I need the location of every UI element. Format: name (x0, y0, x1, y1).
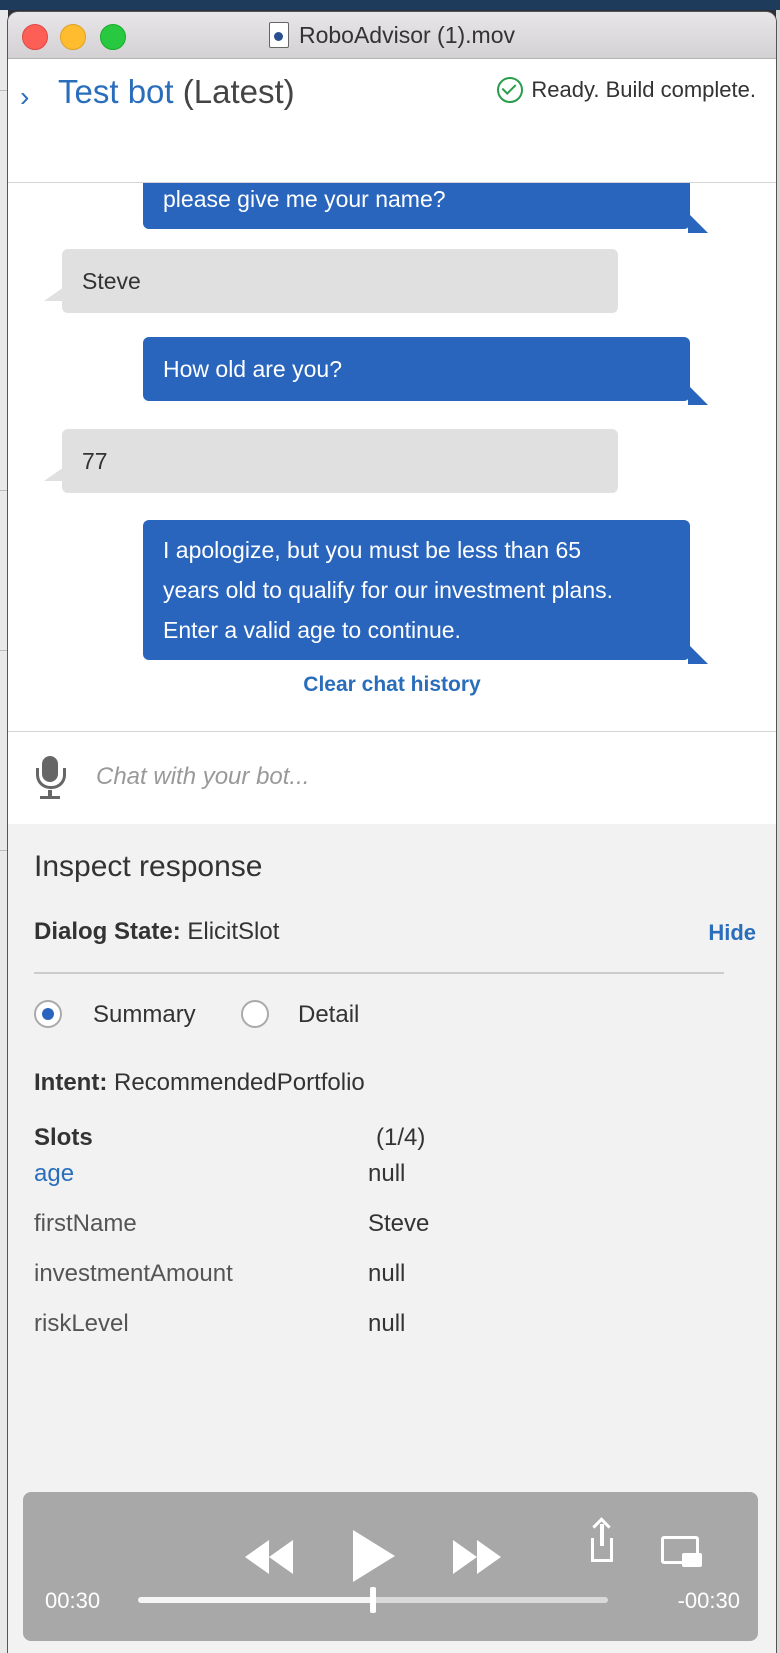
summary-radio-label[interactable]: Summary (93, 1001, 196, 1029)
window-title: RoboAdvisor (1).mov (298, 21, 516, 48)
remaining-time: -00:30 (677, 1588, 740, 1613)
build-status: Ready. Build complete. (497, 77, 756, 103)
fast-forward-icon[interactable] (453, 1540, 503, 1574)
test-bot-header: › Test bot (Latest) Ready. Build complet… (8, 59, 776, 183)
slot-name-age[interactable]: age (34, 1160, 74, 1188)
user-message: Steve (44, 249, 618, 313)
slot-value: null (368, 1160, 406, 1187)
microphone-icon-base (40, 796, 60, 799)
slots-count: (1/4) (376, 1124, 426, 1151)
slot-value: null (368, 1260, 406, 1287)
desktop-background (0, 0, 780, 10)
slot-value: null (368, 1310, 406, 1337)
bot-message-line: I apologize, but you must be less than 6… (163, 537, 582, 563)
title-bar: RoboAdvisor (1).mov (8, 12, 776, 59)
dialog-state: Dialog State: ElicitSlot (34, 918, 280, 945)
bot-message-line: years old to qualify for our investment … (163, 577, 614, 603)
movie-file-icon (268, 22, 289, 48)
scrubber-progress (138, 1597, 373, 1603)
slot-name-risklevel: riskLevel (34, 1310, 129, 1337)
rewind-icon[interactable] (245, 1540, 295, 1574)
test-bot-title: Test bot (Latest) (58, 73, 295, 110)
slot-name-firstname: firstName (34, 1210, 137, 1237)
bot-message-line: Enter a valid age to continue. (163, 617, 461, 643)
dialog-state-value: ElicitSlot (187, 918, 280, 945)
bot-message: How old are you? (143, 337, 708, 405)
quicktime-window: RoboAdvisor (1).mov › Test bot (Latest) … (8, 12, 776, 1653)
chat-input-row (8, 731, 776, 825)
elapsed-time: 00:30 (45, 1588, 101, 1613)
scrubber-track[interactable] (138, 1587, 608, 1613)
chat-history: please give me your name? Steve How old … (8, 183, 776, 731)
clear-chat-history-link[interactable]: Clear chat history (8, 673, 776, 697)
build-status-text: Ready. Build complete. (531, 77, 756, 102)
inspect-response-title: Inspect response (34, 850, 263, 883)
version-label: (Latest) (182, 73, 295, 110)
microphone-icon[interactable] (36, 756, 66, 789)
divider (34, 972, 724, 974)
chat-input[interactable] (94, 754, 738, 800)
picture-in-picture-icon[interactable] (661, 1536, 702, 1567)
user-message: 77 (44, 429, 618, 493)
intent-value: RecommendedPortfolio (113, 1069, 365, 1096)
detail-radio-label[interactable]: Detail (298, 1001, 359, 1029)
video-player-controls: 00:30 -00:30 (23, 1492, 758, 1641)
play-icon[interactable] (353, 1530, 395, 1582)
slot-value: Steve (368, 1210, 430, 1237)
intent: Intent: RecommendedPortfolio (34, 1069, 365, 1096)
chevron-right-icon[interactable]: › (20, 81, 29, 113)
share-icon[interactable] (591, 1524, 613, 1562)
slots-heading: Slots (34, 1124, 93, 1151)
slot-name-investmentamount: investmentAmount (34, 1260, 233, 1287)
summary-radio[interactable] (34, 1000, 62, 1028)
detail-radio[interactable] (241, 1000, 269, 1028)
background-window-edge-right (776, 10, 780, 1653)
scrubber-handle[interactable] (370, 1587, 376, 1613)
background-window-edge (0, 10, 8, 1653)
bot-message: please give me your name? (143, 183, 708, 233)
bot-message: I apologize, but you must be less than 6… (143, 520, 708, 664)
hide-link[interactable]: Hide (708, 920, 756, 946)
check-circle-icon (497, 77, 524, 103)
